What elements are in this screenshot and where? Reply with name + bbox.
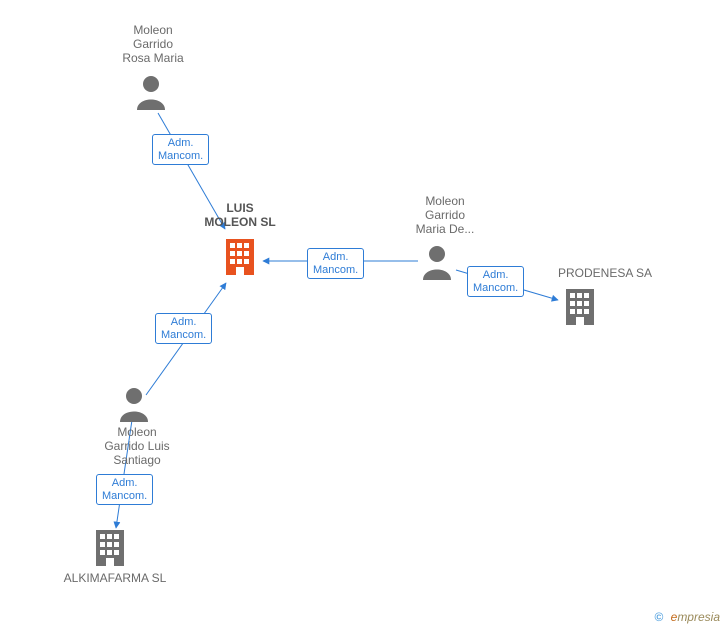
edge-label-adm-mancom[interactable]: Adm. Mancom.	[467, 266, 524, 297]
node-label-luis-santiago[interactable]: Moleon Garrido Luis Santiago	[92, 426, 182, 467]
building-icon	[562, 287, 598, 327]
node-label-rosa[interactable]: Moleon Garrido Rosa Maria	[108, 24, 198, 65]
node-label-prodenesa[interactable]: PRODENESA SA	[545, 267, 665, 281]
building-icon	[92, 528, 128, 568]
node-label-maria[interactable]: Moleon Garrido Maria De...	[400, 195, 490, 236]
edge-label-adm-mancom[interactable]: Adm. Mancom.	[307, 248, 364, 279]
edge-label-adm-mancom[interactable]: Adm. Mancom.	[152, 134, 209, 165]
building-icon	[222, 237, 258, 277]
brand-text: empresia	[671, 610, 720, 624]
person-icon	[118, 386, 150, 422]
person-icon	[421, 244, 453, 280]
edge-label-adm-mancom[interactable]: Adm. Mancom.	[155, 313, 212, 344]
copyright-symbol: ©	[654, 610, 663, 624]
edge-label-adm-mancom[interactable]: Adm. Mancom.	[96, 474, 153, 505]
person-icon	[135, 74, 167, 110]
watermark: © empresia	[654, 610, 720, 624]
node-label-alkimafarma[interactable]: ALKIMAFARMA SL	[55, 572, 175, 586]
node-label-luis-moleon-sl[interactable]: LUIS MOLEON SL	[190, 202, 290, 230]
diagram-canvas: Moleon Garrido Rosa Maria LUIS MOLEON SL…	[0, 0, 728, 630]
